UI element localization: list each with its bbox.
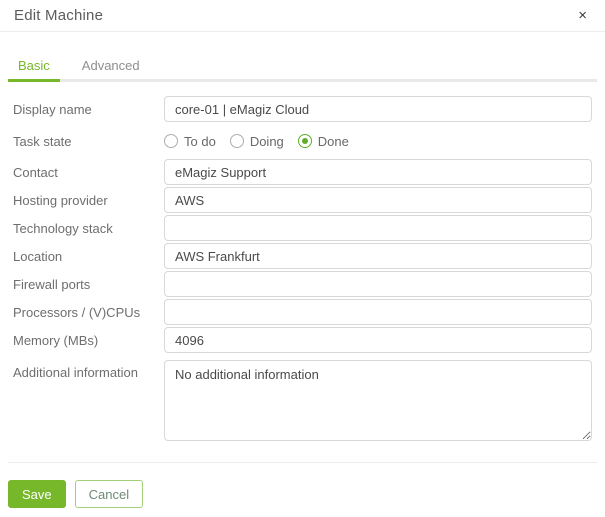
tab-advanced[interactable]: Advanced (72, 53, 150, 82)
tab-basic[interactable]: Basic (8, 53, 60, 82)
display-name-input[interactable] (164, 96, 592, 122)
radio-option-done[interactable]: Done (297, 133, 349, 149)
form-row-location: Location (13, 243, 592, 269)
technology-stack-label: Technology stack (13, 220, 113, 236)
form-row-memory: Memory (MBs) (13, 327, 592, 353)
close-icon[interactable]: × (574, 6, 591, 25)
form-row-task-state: Task state To do Doing Done (13, 126, 592, 156)
contact-label: Contact (13, 164, 58, 180)
memory-label: Memory (MBs) (13, 332, 99, 348)
radio-option-doing[interactable]: Doing (229, 133, 284, 149)
form-row-contact: Contact (13, 159, 592, 185)
edit-machine-modal: Edit Machine × Basic Advanced Display na… (0, 0, 605, 508)
radio-todo-icon[interactable] (164, 134, 178, 148)
form-row-hosting-provider: Hosting provider (13, 187, 592, 213)
hosting-provider-label: Hosting provider (13, 192, 108, 208)
location-input[interactable] (164, 243, 592, 269)
firewall-ports-label: Firewall ports (13, 276, 91, 292)
radio-done-label: Done (317, 133, 349, 149)
processors-input[interactable] (164, 299, 592, 325)
form-row-display-name: Display name (13, 96, 592, 122)
processors-label: Processors / (V)CPUs (13, 304, 141, 320)
radio-doing-icon[interactable] (229, 134, 244, 148)
radio-done-icon[interactable] (297, 134, 312, 148)
radio-option-todo[interactable]: To do (164, 134, 216, 149)
form-row-additional-information: Additional information No additional inf… (13, 360, 592, 446)
form-row-processors: Processors / (V)CPUs (13, 299, 592, 325)
radio-doing-label: Doing (249, 133, 284, 149)
technology-stack-input[interactable] (164, 215, 592, 241)
firewall-ports-input[interactable] (164, 271, 592, 297)
display-name-label: Display name (13, 101, 92, 117)
modal-title: Edit Machine (14, 7, 104, 24)
task-state-label: Task state (13, 133, 72, 149)
edit-machine-form: Display name Task state To do Doing Done (0, 82, 605, 446)
additional-information-textarea[interactable]: No additional information (164, 360, 592, 441)
contact-input[interactable] (164, 159, 592, 185)
form-row-technology-stack: Technology stack (13, 215, 592, 241)
location-label: Location (13, 248, 63, 264)
tab-bar: Basic Advanced (8, 53, 597, 82)
save-button[interactable]: Save (8, 480, 66, 508)
memory-input[interactable] (164, 327, 592, 353)
radio-todo-label: To do (184, 133, 216, 149)
task-state-radio-group: To do Doing Done (164, 134, 592, 149)
form-row-firewall-ports: Firewall ports (13, 271, 592, 297)
hosting-provider-input[interactable] (164, 187, 592, 213)
modal-header: Edit Machine × (0, 0, 605, 32)
additional-information-label: Additional information (13, 365, 139, 380)
cancel-button[interactable]: Cancel (74, 480, 144, 508)
modal-footer: Save Cancel (0, 463, 605, 508)
